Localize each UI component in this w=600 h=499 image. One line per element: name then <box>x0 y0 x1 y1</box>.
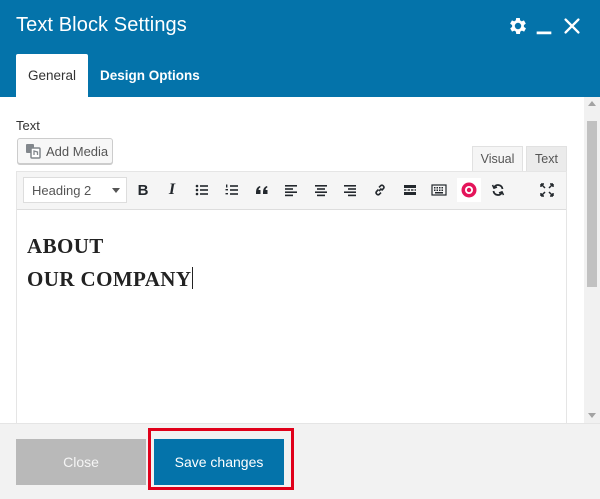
italic-icon: I <box>168 181 176 198</box>
modal-header: Text Block Settings General Design Optio… <box>0 0 600 97</box>
format-select-value: Heading 2 <box>32 182 92 198</box>
align-left-button[interactable] <box>279 178 303 202</box>
tab-design-options[interactable]: Design Options <box>88 54 212 97</box>
text-cursor <box>192 267 194 289</box>
tab-visual[interactable]: Visual <box>472 146 523 171</box>
bullet-list-button[interactable] <box>190 178 214 202</box>
toolbar-toggle-button[interactable] <box>427 178 451 202</box>
chevron-down-icon <box>112 188 120 193</box>
editor-content-area[interactable]: ABOUT OUR COMPANY <box>17 210 566 423</box>
link-icon <box>375 184 385 196</box>
settings-tabs: General Design Options <box>16 54 212 97</box>
close-icon[interactable] <box>561 15 583 37</box>
content-line-2: OUR COMPANY <box>27 267 192 291</box>
link-button[interactable] <box>368 178 392 202</box>
numbered-list-button[interactable] <box>220 178 244 202</box>
color-picker-button[interactable] <box>457 178 481 202</box>
bold-button[interactable]: B <box>131 178 155 202</box>
text-block-settings-modal: Text Block Settings General Design Optio… <box>0 0 600 499</box>
read-more-icon <box>404 185 416 195</box>
gear-icon[interactable] <box>507 15 529 37</box>
read-more-button[interactable] <box>398 178 422 202</box>
media-icon <box>26 144 41 159</box>
blockquote-button[interactable] <box>250 178 274 202</box>
numbered-list-icon <box>225 184 238 195</box>
scroll-up-icon[interactable] <box>588 101 596 106</box>
align-center-icon <box>315 185 327 197</box>
italic-button[interactable]: I <box>160 178 184 202</box>
align-right-icon <box>344 185 356 197</box>
content-line-2-wrap: OUR COMPANY <box>27 263 566 296</box>
align-left-icon <box>285 185 297 197</box>
align-right-button[interactable] <box>338 178 362 202</box>
text-field-label: Text <box>16 118 40 133</box>
scrollbar[interactable] <box>584 97 600 423</box>
tab-general[interactable]: General <box>16 54 88 97</box>
align-center-button[interactable] <box>309 178 333 202</box>
close-button[interactable]: Close <box>16 439 146 485</box>
blockquote-icon <box>256 186 268 194</box>
bold-icon: B <box>137 181 149 199</box>
editor-toolbar: Heading 2 B I <box>17 172 566 210</box>
refresh-icon <box>491 184 505 196</box>
fullscreen-button[interactable] <box>535 178 559 202</box>
scrollbar-thumb[interactable] <box>587 121 597 287</box>
tab-text[interactable]: Text <box>526 146 567 171</box>
format-select[interactable]: Heading 2 <box>23 177 127 203</box>
scroll-down-icon[interactable] <box>588 413 596 418</box>
minimize-icon[interactable] <box>533 15 555 37</box>
rich-text-editor: Heading 2 B I ABOUT OUR COMPANY <box>16 171 567 423</box>
refresh-button[interactable] <box>486 178 510 202</box>
fullscreen-icon <box>540 183 554 197</box>
save-changes-button[interactable]: Save changes <box>154 439 284 485</box>
modal-footer: Close Save changes <box>0 423 600 499</box>
add-media-button[interactable]: Add Media <box>17 138 113 164</box>
bullet-list-icon <box>195 184 208 196</box>
content-line-1: ABOUT <box>27 234 104 258</box>
modal-title: Text Block Settings <box>16 14 187 36</box>
color-picker-icon <box>461 182 477 198</box>
add-media-label: Add Media <box>46 143 109 159</box>
modal-content: Text Add Media Visual Text Heading 2 B I <box>0 97 600 423</box>
keyboard-icon <box>431 184 447 196</box>
